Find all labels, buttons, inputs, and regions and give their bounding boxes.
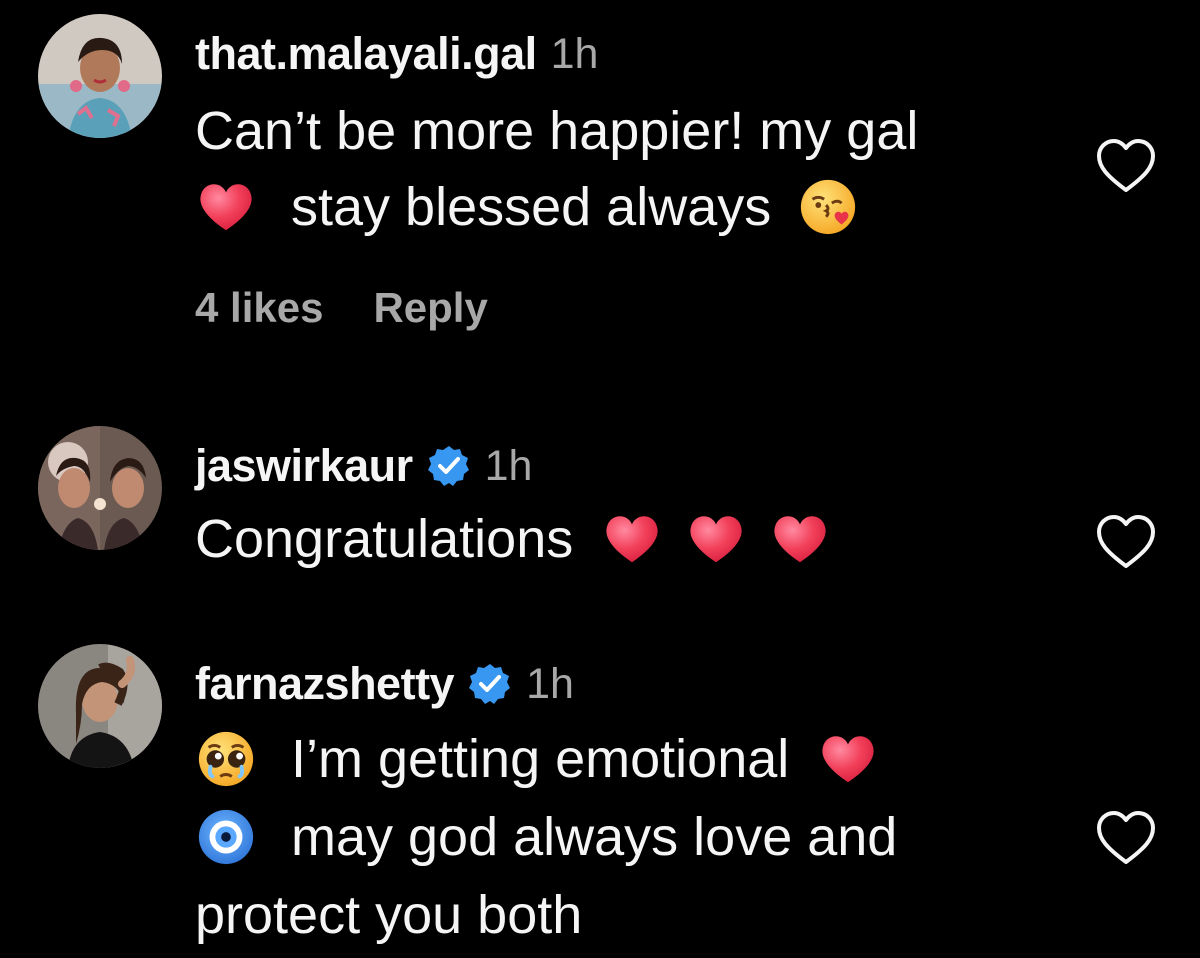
likes-count[interactable]: 4 likes [195, 284, 323, 334]
comment-text: stay blessed always [291, 177, 772, 237]
heart-outline-icon [1097, 515, 1155, 568]
username[interactable]: farnazshetty [195, 658, 455, 710]
heart-emoji-icon [601, 508, 663, 570]
verified-badge-icon [468, 662, 512, 706]
heart-emoji-icon [817, 728, 879, 790]
comment-text-line-1: Congratulations [195, 506, 831, 572]
timestamp: 1h [484, 441, 533, 490]
username[interactable]: that.malayali.gal [195, 28, 537, 80]
comment-text-line-1: Can’t be more happier! my gal [195, 98, 918, 164]
verified-badge-icon [427, 444, 471, 488]
nazar-amulet-emoji-icon [195, 806, 257, 868]
heart-outline-icon [1097, 811, 1155, 864]
heart-emoji-icon [195, 176, 257, 238]
comment-1: that.malayali.gal 1h Can’t be more happi… [0, 0, 1200, 360]
comment-text-line-2: may god always love and [195, 804, 897, 870]
comment-text-line-1: I’m getting emotional [195, 726, 879, 792]
face-blowing-kiss-emoji-icon [797, 176, 859, 238]
timestamp: 1h [550, 29, 599, 78]
avatar[interactable] [38, 14, 162, 138]
pleading-face-emoji-icon [195, 728, 257, 790]
comment-text: may god always love and [291, 807, 898, 867]
comment-2: jaswirkaur 1h Congratulations [0, 420, 1200, 580]
heart-emoji-icon [685, 508, 747, 570]
username[interactable]: jaswirkaur [195, 440, 413, 492]
like-button[interactable] [1095, 138, 1157, 194]
comment-text: I’m getting emotional [291, 729, 790, 789]
like-button[interactable] [1095, 514, 1157, 570]
comment-3: farnazshetty 1h I’m getting emotional ma… [0, 640, 1200, 958]
like-button[interactable] [1095, 810, 1157, 866]
comment-text-line-2: stay blessed always [195, 174, 859, 240]
reply-button[interactable]: Reply [373, 284, 487, 334]
comment-text-line-3: protect you both [195, 882, 582, 948]
heart-emoji-icon [769, 508, 831, 570]
heart-outline-icon [1097, 139, 1155, 192]
avatar[interactable] [38, 426, 162, 550]
comment-text: Can’t be more happier! my gal [195, 101, 919, 161]
timestamp: 1h [526, 659, 574, 708]
avatar[interactable] [38, 644, 162, 768]
comment-text: protect you both [195, 885, 583, 945]
comment-text: Congratulations [195, 509, 574, 569]
